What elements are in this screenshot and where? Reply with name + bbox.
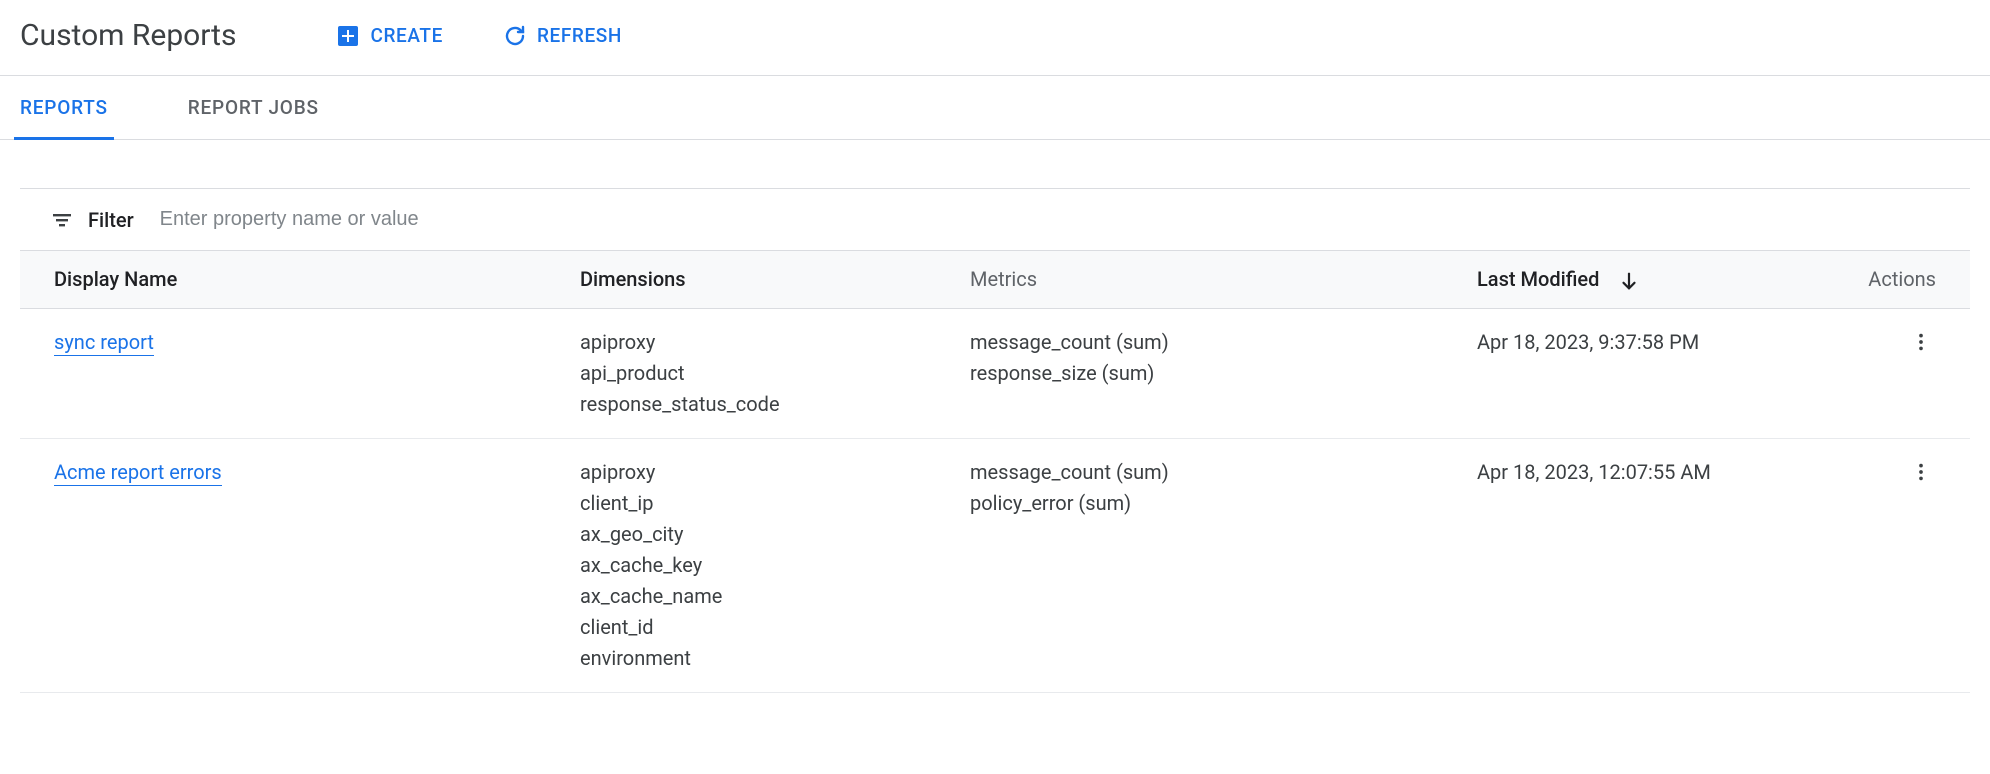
dimension-value: api_product — [580, 358, 942, 389]
dimension-value: ax_cache_name — [580, 581, 942, 612]
metrics-cell: message_count (sum)policy_error (sum) — [956, 438, 1463, 692]
col-actions: Actions — [1834, 251, 1971, 309]
dimension-value: client_id — [580, 612, 942, 643]
col-dimensions[interactable]: Dimensions — [566, 251, 956, 309]
last-modified-cell: Apr 18, 2023, 9:37:58 PM — [1463, 308, 1834, 438]
metric-value: policy_error (sum) — [970, 488, 1449, 519]
refresh-label: REFRESH — [537, 24, 622, 47]
more-vert-icon — [1910, 461, 1932, 483]
create-label: CREATE — [370, 24, 442, 47]
dimension-value: ax_geo_city — [580, 519, 942, 550]
page-title: Custom Reports — [20, 18, 236, 53]
dimension-value: apiproxy — [580, 457, 942, 488]
report-name-link[interactable]: Acme report errors — [54, 460, 222, 486]
metrics-cell: message_count (sum)response_size (sum) — [956, 308, 1463, 438]
filter-icon — [50, 208, 74, 232]
col-last-modified[interactable]: Last Modified — [1463, 251, 1834, 309]
table-header-row: Display Name Dimensions Metrics Last Mod… — [20, 251, 1970, 309]
metric-value: response_size (sum) — [970, 358, 1449, 389]
row-actions-menu[interactable] — [1906, 457, 1936, 487]
table-row: sync reportapiproxyapi_productresponse_s… — [20, 308, 1970, 438]
dimensions-cell: apiproxyclient_ipax_geo_cityax_cache_key… — [566, 438, 956, 692]
filter-label: Filter — [88, 208, 134, 232]
last-modified-cell: Apr 18, 2023, 12:07:55 AM — [1463, 438, 1834, 692]
plus-icon — [336, 24, 360, 48]
tabs: REPORTS REPORT JOBS — [0, 76, 1990, 140]
actions-cell — [1834, 438, 1971, 692]
dimension-value: apiproxy — [580, 327, 942, 358]
create-button[interactable]: CREATE — [336, 24, 442, 48]
dimensions-cell: apiproxyapi_productresponse_status_code — [566, 308, 956, 438]
dimension-value: client_ip — [580, 488, 942, 519]
metric-value: message_count (sum) — [970, 457, 1449, 488]
actions-cell — [1834, 308, 1971, 438]
report-name-link[interactable]: sync report — [54, 330, 154, 356]
metric-value: message_count (sum) — [970, 327, 1449, 358]
reports-table: Display Name Dimensions Metrics Last Mod… — [20, 250, 1970, 693]
col-metrics[interactable]: Metrics — [956, 251, 1463, 309]
more-vert-icon — [1910, 331, 1932, 353]
refresh-icon — [503, 24, 527, 48]
row-actions-menu[interactable] — [1906, 327, 1936, 357]
sort-desc-icon — [1618, 270, 1640, 292]
col-display-name[interactable]: Display Name — [20, 251, 566, 309]
dimension-value: response_status_code — [580, 389, 942, 420]
dimension-value: environment — [580, 643, 942, 674]
table-row: Acme report errors apiproxyclient_ipax_ge… — [20, 438, 1970, 692]
tab-reports[interactable]: REPORTS — [20, 76, 108, 139]
page-header: Custom Reports CREATE REFRESH — [0, 0, 1990, 75]
refresh-button[interactable]: REFRESH — [503, 24, 622, 48]
tab-report-jobs[interactable]: REPORT JOBS — [188, 76, 319, 139]
filter-bar: Filter — [20, 188, 1970, 250]
dimension-value: ax_cache_key — [580, 550, 942, 581]
col-last-modified-label: Last Modified — [1477, 267, 1599, 291]
filter-input[interactable] — [158, 207, 658, 232]
